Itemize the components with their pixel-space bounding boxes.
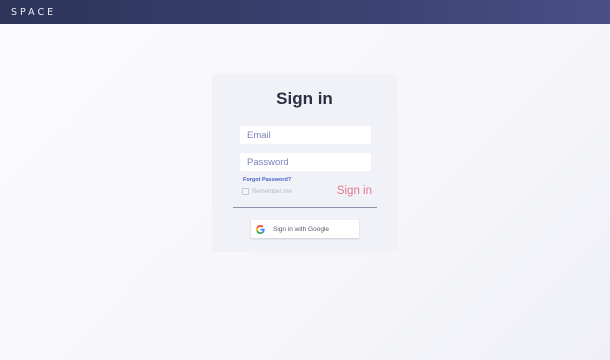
google-signin-label: Sign in with Google: [273, 225, 330, 233]
remember-me-checkbox[interactable]: [242, 188, 249, 195]
email-field[interactable]: [240, 126, 371, 144]
forgot-password-link[interactable]: Forgot Password?: [243, 177, 291, 183]
signin-card: Sign in Forgot Password? Remember me Sig…: [212, 74, 397, 252]
google-signin-button[interactable]: Sign in with Google: [251, 220, 359, 238]
remember-me-label: Remember me: [252, 188, 292, 195]
divider: [233, 207, 377, 208]
google-g-icon: [256, 224, 265, 234]
password-field[interactable]: [240, 153, 371, 171]
signin-button[interactable]: Sign in: [330, 182, 372, 200]
page-title: Sign in: [276, 89, 333, 108]
space-logo[interactable]: SPACE: [11, 7, 56, 18]
top-navbar: SPACE: [0, 0, 610, 24]
remember-me[interactable]: Remember me: [242, 188, 292, 195]
